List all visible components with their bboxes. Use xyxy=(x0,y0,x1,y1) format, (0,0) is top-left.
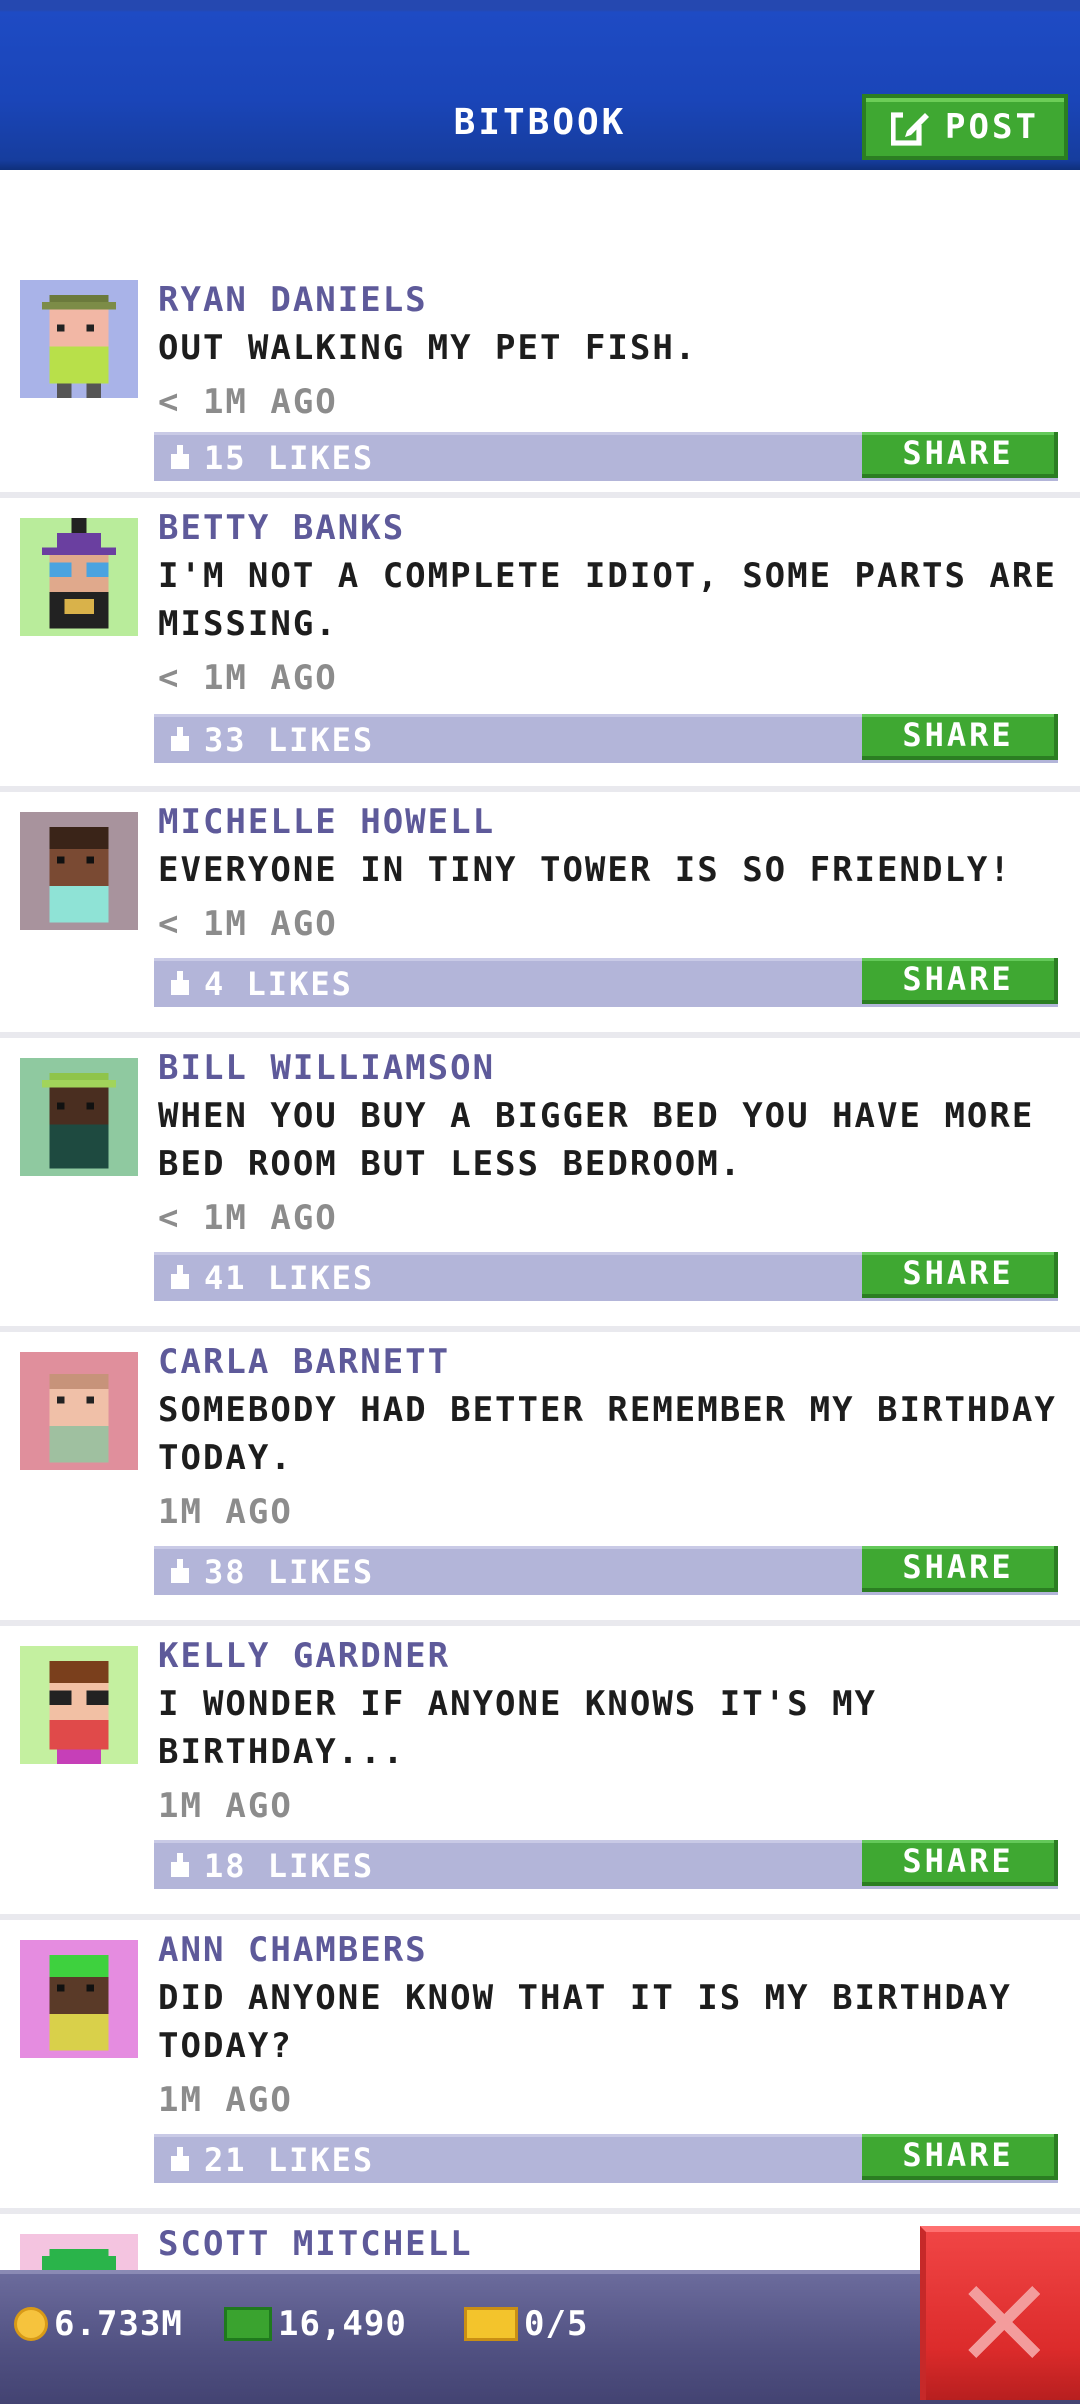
avatar xyxy=(20,1940,138,2058)
avatar xyxy=(20,280,138,398)
post-time: < 1M AGO xyxy=(158,1198,338,1238)
post-button-label: POST xyxy=(945,107,1039,147)
share-button[interactable]: SHARE xyxy=(862,2134,1058,2180)
coins-stat: 6.733M xyxy=(14,2304,183,2344)
post-time: 1M AGO xyxy=(158,1492,293,1532)
post-author[interactable]: ANN CHAMBERS xyxy=(158,1930,428,1970)
edit-icon xyxy=(891,109,932,146)
share-button[interactable]: SHARE xyxy=(862,714,1058,760)
likes-count: 21 LIKES xyxy=(204,2141,375,2179)
share-button[interactable]: SHARE xyxy=(862,432,1058,478)
feed-list[interactable]: RYAN DANIELS OUT WALKING MY PET FISH. < … xyxy=(0,170,1080,2270)
feed-post: BETTY BANKS I'M NOT A COMPLETE IDIOT, SO… xyxy=(0,498,1080,792)
avatar xyxy=(20,2234,138,2270)
likes-count: 38 LIKES xyxy=(204,1553,375,1591)
post-text: I WONDER IF ANYONE KNOWS IT'S MY BIRTHDA… xyxy=(158,1684,878,1772)
tickets-stat: 0/5 xyxy=(464,2304,588,2344)
app-header: BITBOOK POST xyxy=(0,0,1080,170)
post-time: 1M AGO xyxy=(158,2080,293,2120)
post-author[interactable]: KELLY GARDNER xyxy=(158,1636,450,1676)
share-button[interactable]: SHARE xyxy=(862,1840,1058,1886)
ticket-icon xyxy=(464,2307,518,2341)
close-icon xyxy=(968,2286,1040,2358)
avatar xyxy=(20,1058,138,1176)
post-time: < 1M AGO xyxy=(158,658,338,698)
thumb-icon xyxy=(171,2147,189,2171)
tickets-value: 0/5 xyxy=(524,2304,589,2344)
thumb-icon xyxy=(171,727,189,751)
post-author[interactable]: RYAN DANIELS xyxy=(158,280,428,320)
thumb-icon xyxy=(171,971,189,995)
feed-post: MICHELLE HOWELL EVERYONE IN TINY TOWER I… xyxy=(0,792,1080,1038)
feed-post: BILL WILLIAMSON WHEN YOU BUY A BIGGER BE… xyxy=(0,1038,1080,1332)
feed-post: CARLA BARNETT SOMEBODY HAD BETTER REMEMB… xyxy=(0,1332,1080,1626)
post-time: < 1M AGO xyxy=(158,382,338,422)
post-author[interactable]: MICHELLE HOWELL xyxy=(158,802,495,842)
feed-post: ANN CHAMBERS DID ANYONE KNOW THAT IT IS … xyxy=(0,1920,1080,2214)
share-button[interactable]: SHARE xyxy=(862,1546,1058,1592)
thumb-icon xyxy=(171,1559,189,1583)
post-text: WHEN YOU BUY A BIGGER BED YOU HAVE MORE … xyxy=(158,1096,1035,1184)
post-author[interactable]: CARLA BARNETT xyxy=(158,1342,450,1382)
avatar xyxy=(20,518,138,636)
post-text: DID ANYONE KNOW THAT IT IS MY BIRTHDAY T… xyxy=(158,1978,1012,2066)
avatar xyxy=(20,1352,138,1470)
likes-count: 33 LIKES xyxy=(204,721,375,759)
feed-post: SCOTT MITCHELL xyxy=(0,2214,1080,2270)
feed-post: KELLY GARDNER I WONDER IF ANYONE KNOWS I… xyxy=(0,1626,1080,1920)
post-text: EVERYONE IN TINY TOWER IS SO FRIENDLY! xyxy=(158,850,1012,890)
post-time: < 1M AGO xyxy=(158,904,338,944)
avatar xyxy=(20,812,138,930)
bux-icon xyxy=(224,2307,272,2341)
thumb-icon xyxy=(171,1853,189,1877)
post-button[interactable]: POST xyxy=(862,94,1068,160)
post-author[interactable]: BETTY BANKS xyxy=(158,508,405,548)
post-text: SOMEBODY HAD BETTER REMEMBER MY BIRTHDAY… xyxy=(158,1390,1057,1478)
likes-count: 4 LIKES xyxy=(204,965,353,1003)
post-text: OUT WALKING MY PET FISH. xyxy=(158,328,698,368)
avatar xyxy=(20,1646,138,1764)
thumb-icon xyxy=(171,1265,189,1289)
coins-value: 6.733M xyxy=(54,2304,183,2344)
bux-stat: 16,490 xyxy=(224,2304,407,2344)
feed-post: RYAN DANIELS OUT WALKING MY PET FISH. < … xyxy=(0,272,1080,498)
post-text: I'M NOT A COMPLETE IDIOT, SOME PARTS ARE… xyxy=(158,556,1057,644)
close-button[interactable] xyxy=(920,2226,1080,2400)
thumb-icon xyxy=(171,445,189,469)
likes-count: 18 LIKES xyxy=(204,1847,375,1885)
likes-count: 41 LIKES xyxy=(204,1259,375,1297)
bux-value: 16,490 xyxy=(278,2304,407,2344)
likes-count: 15 LIKES xyxy=(204,439,375,477)
post-time: 1M AGO xyxy=(158,1786,293,1826)
share-button[interactable]: SHARE xyxy=(862,958,1058,1004)
post-author[interactable]: BILL WILLIAMSON xyxy=(158,1048,495,1088)
status-bar: 6.733M 16,490 0/5 xyxy=(0,2270,1080,2404)
share-button[interactable]: SHARE xyxy=(862,1252,1058,1298)
coin-icon xyxy=(14,2307,48,2341)
post-author[interactable]: SCOTT MITCHELL xyxy=(158,2224,473,2264)
